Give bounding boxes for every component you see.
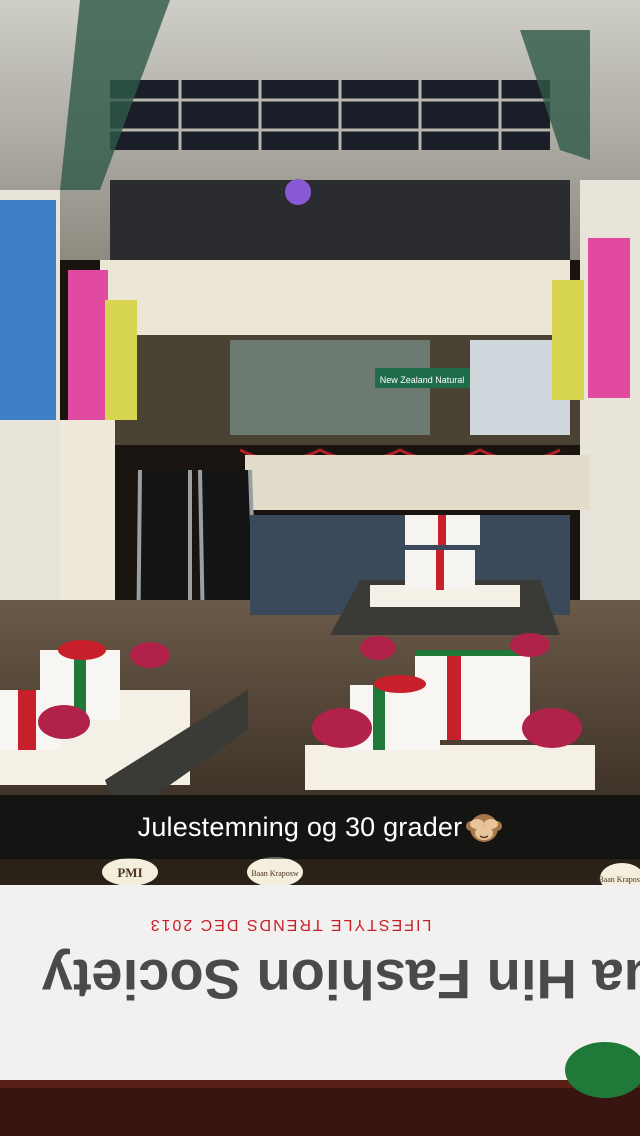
store-sign-text-3: Baan Kraposw [598, 875, 640, 884]
snapchat-photo: New Zealand Natural PMI Baan Kraposw Baa… [0, 0, 640, 1136]
gift-display-base [305, 745, 595, 790]
store-sign-text-1: PMI [117, 865, 142, 880]
see-no-evil-monkey-icon [466, 814, 503, 842]
banner-pink [68, 270, 108, 420]
banner-pink-right [588, 238, 630, 398]
railing [0, 1080, 640, 1136]
banner-yellow [105, 300, 137, 420]
store-sign-text-2: Baan Kraposw [251, 869, 299, 878]
banner-yellow-right [552, 280, 584, 400]
purple-light [285, 179, 311, 205]
mall-christmas-scene: New Zealand Natural PMI Baan Kraposw Baa… [0, 0, 640, 1136]
snap-caption-text: Julestemning og 30 grader [137, 811, 463, 842]
flower-pot [312, 708, 372, 748]
banner-title: Hua Hin Fashion Society [42, 948, 640, 1011]
banner-blue [0, 200, 56, 420]
snap-caption-bar[interactable]: Julestemning og 30 grader [0, 795, 640, 859]
banner-subtitle: LIFESTYLE TRENDS DEC 2013 [149, 916, 432, 933]
shop-sign: New Zealand Natural [380, 375, 465, 385]
